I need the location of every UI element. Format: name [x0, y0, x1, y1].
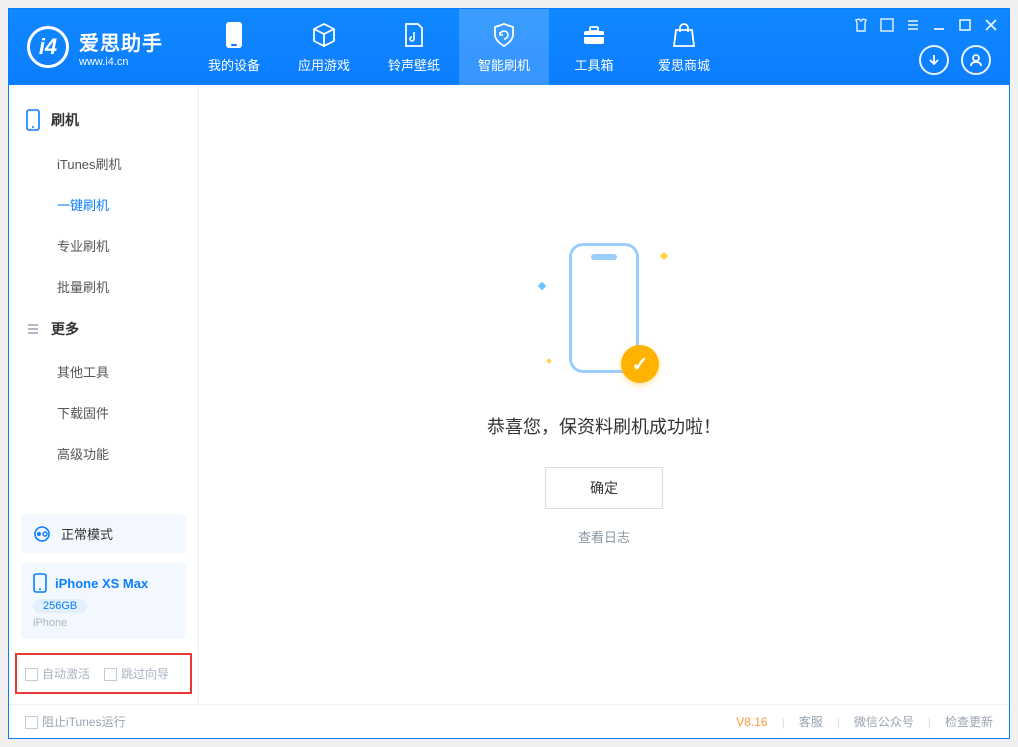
check-update-link[interactable]: 检查更新 — [945, 713, 993, 730]
app-window: i4 爱思助手 www.i4.cn 我的设备 应用游戏 铃声壁纸 智能刷机 — [8, 8, 1010, 739]
cube-icon — [310, 21, 338, 49]
sidebar-bottom: 正常模式 iPhone XS Max 256GB iPhone — [9, 504, 198, 639]
statusbar: 阻止iTunes运行 V8.16 | 客服 | 微信公众号 | 检查更新 — [9, 704, 1009, 738]
wechat-link[interactable]: 微信公众号 — [854, 713, 914, 730]
window-controls — [853, 17, 999, 33]
tshirt-icon[interactable] — [853, 17, 869, 33]
body: 刷机 iTunes刷机 一键刷机 专业刷机 批量刷机 更多 其他工具 下载固件 … — [9, 85, 1009, 704]
tab-my-device[interactable]: 我的设备 — [189, 9, 279, 85]
sidebar-group-flash: 刷机 — [9, 97, 198, 143]
tab-label: 智能刷机 — [478, 55, 530, 74]
music-file-icon — [400, 21, 428, 49]
sidebar-item-batch-flash[interactable]: 批量刷机 — [9, 266, 198, 307]
main-content: ✓ 恭喜您，保资料刷机成功啦！ 确定 查看日志 — [199, 85, 1009, 704]
checkbox-label: 阻止iTunes运行 — [42, 715, 126, 729]
app-title: 爱思助手 — [79, 27, 163, 56]
sparkle-icon — [538, 282, 546, 290]
device-card[interactable]: iPhone XS Max 256GB iPhone — [21, 563, 186, 639]
ok-button[interactable]: 确定 — [545, 467, 663, 509]
list-icon — [25, 321, 41, 337]
mode-icon — [33, 525, 51, 543]
statusbar-right: V8.16 | 客服 | 微信公众号 | 检查更新 — [736, 713, 993, 730]
sidebar-item-advanced[interactable]: 高级功能 — [9, 433, 198, 474]
checkbox-auto-activate[interactable]: 自动激活 — [25, 665, 90, 682]
tab-smart-flash[interactable]: 智能刷机 — [459, 9, 549, 85]
bag-icon — [670, 21, 698, 49]
tab-label: 铃声壁纸 — [388, 55, 440, 74]
logo-icon: i4 — [27, 26, 69, 68]
sidebar-group-more: 更多 — [9, 307, 198, 351]
checkbox-skip-guide[interactable]: 跳过向导 — [104, 665, 169, 682]
checkbox-label: 自动激活 — [42, 667, 90, 681]
device-capacity: 256GB — [33, 599, 87, 613]
group-title: 更多 — [51, 319, 79, 339]
version-label: V8.16 — [736, 715, 767, 729]
tab-toolbox[interactable]: 工具箱 — [549, 9, 639, 85]
tab-ringtone-wallpaper[interactable]: 铃声壁纸 — [369, 9, 459, 85]
toolbox-icon — [580, 21, 608, 49]
check-badge-icon: ✓ — [621, 345, 659, 383]
tab-label: 我的设备 — [208, 55, 260, 74]
phone-icon — [220, 21, 248, 49]
sparkle-icon — [546, 358, 552, 364]
tab-label: 爱思商城 — [658, 55, 710, 74]
view-log-link[interactable]: 查看日志 — [578, 527, 630, 546]
download-button[interactable] — [919, 45, 949, 75]
device-phone-icon — [33, 573, 47, 593]
phone-outline-icon — [25, 109, 41, 131]
statusbar-left: 阻止iTunes运行 — [25, 713, 126, 730]
sidebar-item-other-tools[interactable]: 其他工具 — [9, 351, 198, 392]
sparkle-icon — [660, 252, 668, 260]
tab-label: 工具箱 — [574, 55, 613, 74]
sidebar-item-itunes-flash[interactable]: iTunes刷机 — [9, 143, 198, 184]
maximize-icon[interactable] — [957, 17, 973, 33]
sidebar: 刷机 iTunes刷机 一键刷机 专业刷机 批量刷机 更多 其他工具 下载固件 … — [9, 85, 199, 704]
titlebar: i4 爱思助手 www.i4.cn 我的设备 应用游戏 铃声壁纸 智能刷机 — [9, 9, 1009, 85]
menu-icon[interactable] — [905, 17, 921, 33]
device-name: iPhone XS Max — [55, 576, 148, 591]
nav-tabs: 我的设备 应用游戏 铃声壁纸 智能刷机 工具箱 爱思商城 — [189, 9, 729, 85]
account-icons — [919, 45, 991, 75]
app-subtitle: www.i4.cn — [79, 56, 163, 68]
mode-label: 正常模式 — [61, 524, 113, 543]
mode-card[interactable]: 正常模式 — [21, 514, 186, 553]
checkbox-icon — [25, 668, 38, 681]
separator: | — [928, 715, 931, 729]
checkbox-icon — [25, 716, 38, 729]
device-type: iPhone — [33, 617, 174, 629]
success-illustration: ✓ — [549, 243, 659, 393]
logo-text: 爱思助手 www.i4.cn — [79, 27, 163, 68]
sidebar-item-download-firmware[interactable]: 下载固件 — [9, 392, 198, 433]
logo-area: i4 爱思助手 www.i4.cn — [9, 9, 189, 85]
checkbox-label: 跳过向导 — [121, 667, 169, 681]
success-message: 恭喜您，保资料刷机成功啦！ — [487, 413, 721, 439]
sidebar-item-one-click-flash[interactable]: 一键刷机 — [9, 184, 198, 225]
shield-refresh-icon — [490, 21, 518, 49]
tab-apps-games[interactable]: 应用游戏 — [279, 9, 369, 85]
checkbox-block-itunes[interactable]: 阻止iTunes运行 — [25, 713, 126, 730]
feedback-icon[interactable] — [879, 17, 895, 33]
tab-store[interactable]: 爱思商城 — [639, 9, 729, 85]
checkbox-icon — [104, 668, 117, 681]
minimize-icon[interactable] — [931, 17, 947, 33]
tab-label: 应用游戏 — [298, 55, 350, 74]
separator: | — [782, 715, 785, 729]
close-icon[interactable] — [983, 17, 999, 33]
user-button[interactable] — [961, 45, 991, 75]
group-title: 刷机 — [51, 110, 79, 130]
separator: | — [837, 715, 840, 729]
sidebar-item-pro-flash[interactable]: 专业刷机 — [9, 225, 198, 266]
sidebar-scroll: 刷机 iTunes刷机 一键刷机 专业刷机 批量刷机 更多 其他工具 下载固件 … — [9, 85, 198, 504]
support-link[interactable]: 客服 — [799, 713, 823, 730]
sidebar-checkboxes-highlight: 自动激活 跳过向导 — [15, 653, 192, 694]
